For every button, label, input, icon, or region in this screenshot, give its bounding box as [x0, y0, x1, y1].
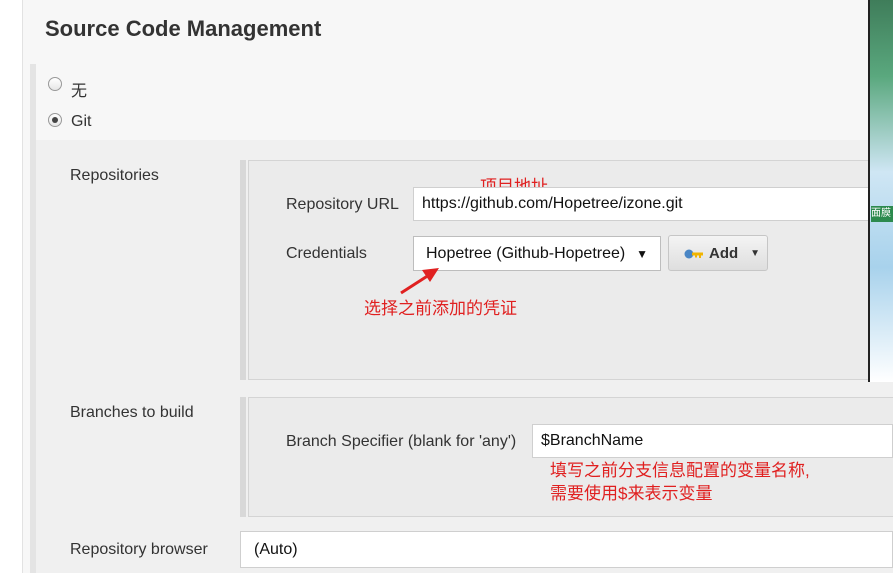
annotation-choose-credentials: 选择之前添加的凭证 — [364, 299, 517, 318]
branch-specifier-label: Branch Specifier (blank for 'any') — [286, 433, 517, 450]
credentials-select[interactable]: Hopetree (Github-Hopetree) ▼ — [413, 236, 661, 271]
add-button-label: Add — [709, 244, 739, 262]
side-image: 面膜 — [868, 0, 893, 382]
repository-browser-label: Repository browser — [70, 541, 208, 558]
repositories-label: Repositories — [70, 167, 159, 184]
radio-none-label: 无 — [71, 83, 88, 100]
repository-browser-value: (Auto) — [254, 540, 298, 558]
repository-browser-select[interactable]: (Auto) — [240, 531, 893, 568]
radio-none[interactable] — [48, 77, 62, 91]
credentials-value: Hopetree (Github-Hopetree) — [426, 244, 626, 262]
side-image-tag: 面膜 — [871, 206, 893, 222]
radio-git-label: Git — [71, 113, 92, 130]
repository-url-value: https://github.com/Hopetree/izone.git — [422, 195, 683, 212]
radio-git[interactable] — [48, 113, 62, 127]
repository-url-input[interactable]: https://github.com/Hopetree/izone.git — [413, 187, 893, 221]
credentials-label: Credentials — [286, 245, 367, 262]
branch-specifier-input[interactable]: $BranchName — [532, 424, 893, 458]
section-title: Source Code Management — [45, 16, 322, 41]
branch-specifier-value: $BranchName — [541, 432, 644, 449]
branches-label: Branches to build — [70, 404, 194, 421]
key-icon — [684, 249, 703, 259]
dropdown-arrow-icon: ▼ — [636, 246, 648, 261]
repositories-bar — [240, 160, 246, 380]
annotation-arrow-icon — [400, 268, 439, 295]
caret-down-icon: ▼ — [750, 247, 761, 259]
branches-bar — [240, 397, 246, 517]
add-credentials-button[interactable]: Add ▼ — [668, 235, 768, 271]
annotation-branch-note-2: 需要使用$来表示变量 — [550, 484, 713, 503]
annotation-branch-note-1: 填写之前分支信息配置的变量名称, — [550, 461, 810, 480]
repository-url-label: Repository URL — [286, 196, 399, 213]
